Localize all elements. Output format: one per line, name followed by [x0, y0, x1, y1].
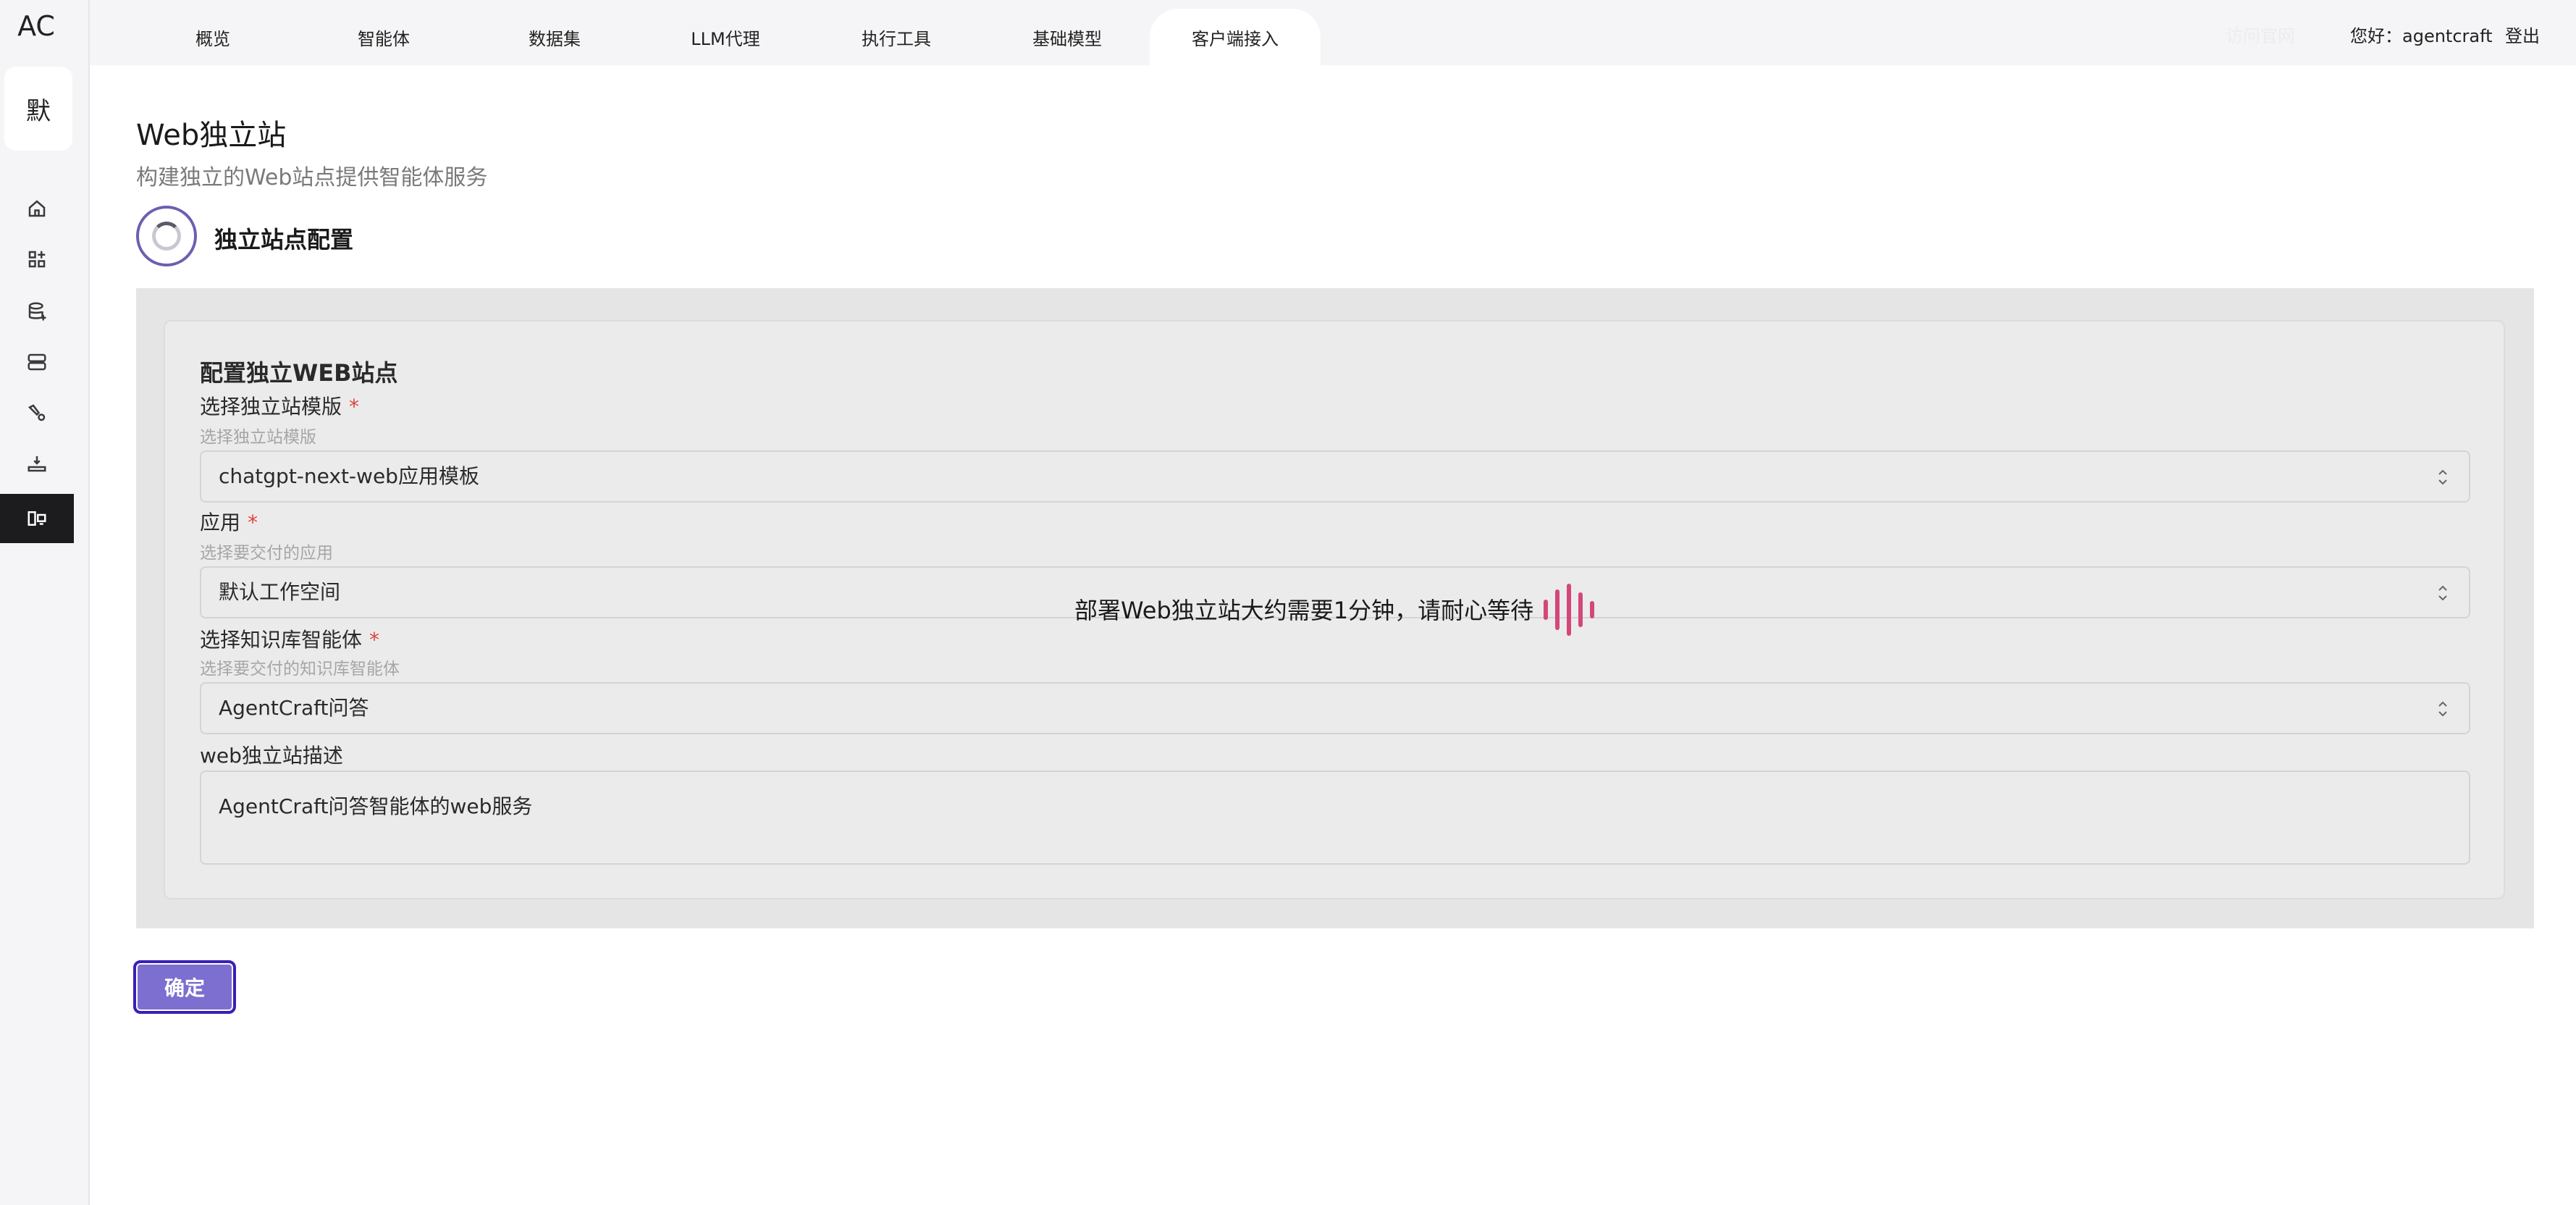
sidebar-home-icon[interactable]: [0, 184, 74, 233]
sidebar-server-icon[interactable]: [0, 337, 74, 387]
description-value: AgentCraft问答智能体的web服务: [219, 794, 533, 818]
page-title: Web独立站: [136, 119, 287, 152]
required-mark: *: [248, 511, 258, 534]
tab-overview[interactable]: 概览: [127, 9, 298, 65]
agent-label-text: 选择知识库智能体: [200, 628, 363, 652]
agent-field-label: 选择知识库智能体 *: [200, 624, 379, 653]
tab-llm-proxy[interactable]: LLM代理: [640, 9, 811, 65]
agent-select-value: AgentCraft问答: [219, 696, 369, 720]
agent-select[interactable]: AgentCraft问答: [200, 682, 2470, 734]
app-field-label: 应用 *: [200, 507, 258, 536]
logout-link[interactable]: 登出: [2505, 22, 2540, 47]
template-select[interactable]: chatgpt-next-web应用模板: [200, 450, 2470, 503]
tab-models[interactable]: 基础模型: [982, 9, 1153, 65]
agent-help-text: 选择要交付的知识库智能体: [200, 660, 400, 679]
page-subtitle: 构建独立的Web站点提供智能体服务: [136, 165, 488, 190]
top-nav: 概览 智能体 数据集 LLM代理 执行工具 基础模型 客户端接入 访问官网 您好…: [90, 0, 2576, 65]
required-mark: *: [349, 395, 360, 419]
tab-agents[interactable]: 智能体: [298, 9, 469, 65]
template-select-value: chatgpt-next-web应用模板: [219, 464, 479, 488]
step-spinner-icon: [136, 206, 197, 266]
description-field-label: web独立站描述: [200, 744, 343, 768]
workspace-badge[interactable]: 默: [4, 67, 72, 151]
sidebar-client-access-icon[interactable]: [0, 494, 74, 543]
app-help-text: 选择要交付的应用: [200, 544, 333, 563]
app-logo: AC: [17, 10, 55, 42]
loading-wave-icon: [1544, 584, 1594, 636]
description-textarea[interactable]: AgentCraft问答智能体的web服务: [200, 771, 2470, 865]
sidebar-database-add-icon[interactable]: [0, 287, 74, 336]
sidebar-apps-icon[interactable]: [0, 235, 74, 284]
template-label-text: 选择独立站模版: [200, 395, 342, 419]
form-card-title: 配置独立WEB站点: [200, 359, 398, 387]
app-select-value: 默认工作空间: [219, 580, 341, 604]
sidebar-deploy-icon[interactable]: [0, 439, 74, 488]
tab-tools[interactable]: 执行工具: [811, 9, 982, 65]
sidebar: AC 默: [0, 0, 90, 1205]
required-mark: *: [369, 628, 380, 652]
tab-client-access[interactable]: 客户端接入: [1150, 9, 1321, 65]
template-field-label: 选择独立站模版 *: [200, 391, 359, 420]
step-label: 独立站点配置: [214, 226, 354, 253]
select-chevron-icon: [2438, 469, 2447, 485]
sidebar-tool-icon[interactable]: [0, 388, 74, 437]
template-help-text: 选择独立站模版: [200, 428, 316, 447]
tab-datasets[interactable]: 数据集: [469, 9, 640, 65]
deploy-loading-message: 部署Web独立站大约需要1分钟，请耐心等待: [1074, 597, 1534, 624]
greeting-text: 您好：agentcraft: [2350, 26, 2493, 46]
select-chevron-icon: [2438, 585, 2447, 601]
official-site-link[interactable]: 访问官网: [2226, 22, 2295, 47]
app-label-text: 应用: [200, 511, 241, 534]
confirm-button[interactable]: 确定: [133, 960, 236, 1014]
select-chevron-icon: [2438, 701, 2447, 717]
